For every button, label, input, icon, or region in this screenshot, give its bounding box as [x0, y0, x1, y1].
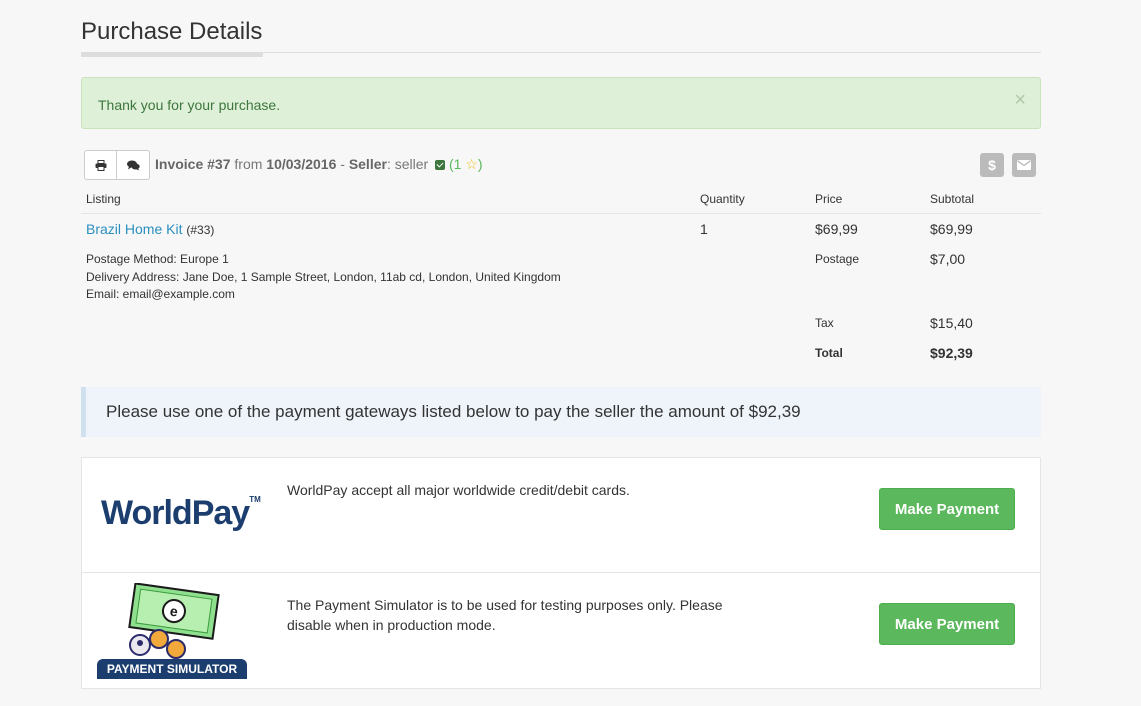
invoice-number: Invoice #37: [155, 156, 231, 172]
money-coins-icon: e: [128, 583, 220, 659]
rating-count[interactable]: 1: [454, 156, 462, 172]
page-title: Purchase Details: [81, 18, 263, 45]
simulator-make-payment-button[interactable]: Make Payment: [879, 603, 1015, 645]
total-label: Total: [815, 346, 843, 360]
postage-method: Postage Method: Europe 1: [86, 252, 229, 266]
payment-info-box: Please use one of the payment gateways l…: [81, 387, 1041, 437]
invoice-header: Invoice #37 from 10/03/2016 - Seller: se…: [155, 156, 483, 173]
col-price: Price: [815, 192, 843, 206]
success-alert: Thank you for your purchase. ×: [81, 77, 1041, 129]
tax-label: Tax: [815, 316, 834, 330]
table-header-divider: [81, 213, 1041, 214]
payment-simulator-logo: e PAYMENT SIMULATOR: [97, 583, 249, 679]
worldpay-logo-tm: TM: [249, 495, 261, 504]
gateway-worldpay: WorldPayTM WorldPay accept all major wor…: [81, 457, 1041, 573]
verified-check-icon: [435, 160, 446, 170]
col-listing: Listing: [86, 192, 121, 206]
postage-value: $7,00: [930, 251, 966, 267]
payment-simulator-description: The Payment Simulator is to be used for …: [287, 597, 723, 633]
print-button[interactable]: [84, 150, 117, 180]
invoice-from-word: from: [234, 156, 263, 172]
worldpay-logo: WorldPayTM: [101, 494, 261, 533]
invoice-dash: -: [340, 156, 345, 172]
buyer-email: Email: email@example.com: [86, 287, 235, 301]
listing-id: (#33): [186, 223, 215, 237]
payment-dollar-button[interactable]: $: [980, 153, 1004, 177]
subtotal-value: $69,99: [930, 221, 973, 237]
total-value: $92,39: [930, 345, 973, 361]
listing-cell: Brazil Home Kit (#33): [86, 221, 214, 237]
payment-info-text: Please use one of the payment gateways l…: [106, 402, 801, 421]
worldpay-logo-text: WorldPay: [101, 494, 250, 532]
print-icon: [95, 159, 106, 171]
worldpay-make-payment-button[interactable]: Make Payment: [879, 488, 1015, 530]
rating-close: ): [477, 156, 483, 172]
title-underline: [81, 52, 263, 57]
listing-link[interactable]: Brazil Home Kit: [86, 221, 182, 237]
star-icon: ☆: [465, 156, 478, 172]
alert-message: Thank you for your purchase.: [98, 97, 281, 113]
comments-icon: [126, 160, 140, 170]
dollar-icon: $: [988, 157, 996, 173]
seller-label: Seller: [348, 156, 387, 172]
delivery-address: Delivery Address: Jane Doe, 1 Sample Str…: [86, 270, 561, 284]
price-value: $69,99: [815, 221, 858, 237]
quantity-value: 1: [700, 221, 708, 237]
payment-simulator-label: PAYMENT SIMULATOR: [97, 659, 247, 679]
col-quantity: Quantity: [700, 192, 745, 206]
gateway-payment-simulator: e PAYMENT SIMULATOR The Payment Simulato…: [81, 573, 1041, 689]
close-icon[interactable]: ×: [1014, 90, 1026, 110]
message-button[interactable]: [1012, 153, 1036, 177]
seller-name[interactable]: : seller: [387, 156, 428, 172]
postage-label: Postage: [815, 252, 860, 266]
envelope-icon: [1017, 160, 1031, 170]
invoice-date: 10/03/2016: [266, 156, 337, 172]
invoice-action-group: [84, 150, 150, 180]
comments-button[interactable]: [117, 150, 150, 180]
worldpay-description: WorldPay accept all major worldwide cred…: [287, 482, 630, 498]
tax-value: $15,40: [930, 315, 973, 331]
col-subtotal: Subtotal: [930, 192, 975, 206]
